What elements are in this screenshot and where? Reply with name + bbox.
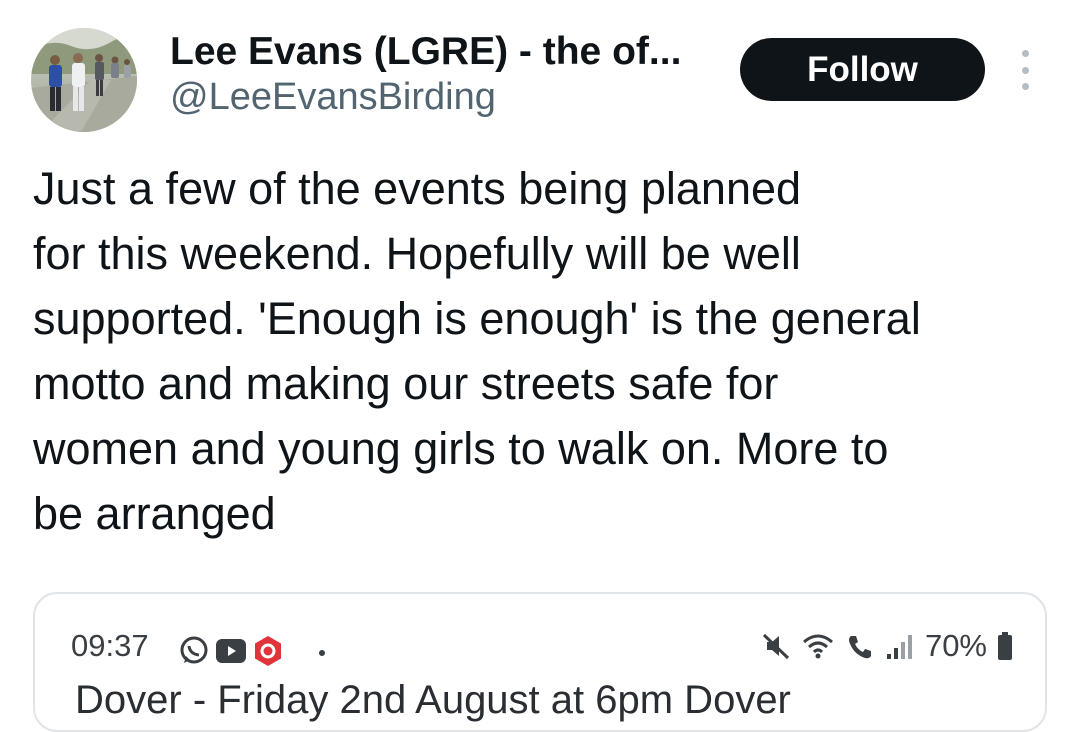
status-time: 09:37	[71, 628, 149, 663]
profile-photo	[31, 28, 137, 132]
tweet-line: be arranged	[33, 488, 276, 539]
tweet-line: supported. 'Enough is enough' is the gen…	[33, 293, 921, 344]
call-icon	[848, 636, 871, 659]
wifi-icon	[802, 634, 833, 659]
status-dot	[319, 650, 325, 656]
status-right-icons: 70%	[761, 628, 1013, 664]
tweet-line: women and young girls to walk on. More t…	[33, 423, 889, 474]
tweet-line: for this weekend. Hopefully will be well	[33, 228, 801, 279]
mute-icon	[762, 633, 789, 660]
battery-icon	[998, 632, 1012, 660]
embedded-partial-text: Dover - Friday 2nd August at 6pm Dover	[75, 678, 791, 722]
media-card[interactable]: 09:37 70% Dover - Friday 2nd August at 6…	[33, 592, 1047, 732]
author-display-name[interactable]: Lee Evans (LGRE) - the of...	[170, 28, 681, 76]
youtube-icon	[216, 639, 246, 663]
author-block[interactable]: Lee Evans (LGRE) - the of... @LeeEvansBi…	[170, 28, 681, 120]
tweet-line: Just a few of the events being planned	[33, 163, 802, 214]
app-hexagon-icon	[255, 636, 281, 666]
author-handle[interactable]: @LeeEvansBirding	[170, 74, 681, 120]
status-left-icons	[177, 634, 285, 668]
more-dot	[1021, 83, 1029, 90]
follow-button[interactable]: Follow	[740, 38, 985, 101]
whatsapp-icon	[180, 636, 208, 664]
signal-icon	[886, 635, 912, 659]
more-dot	[1021, 66, 1029, 74]
avatar[interactable]	[31, 28, 137, 132]
battery-percent: 70%	[924, 628, 987, 663]
more-dot	[1021, 50, 1029, 57]
tweet-text: Just a few of the events being planned f…	[33, 156, 1053, 546]
more-vertical-icon[interactable]	[1014, 50, 1036, 90]
tweet-line: motto and making our streets safe for	[33, 358, 779, 409]
